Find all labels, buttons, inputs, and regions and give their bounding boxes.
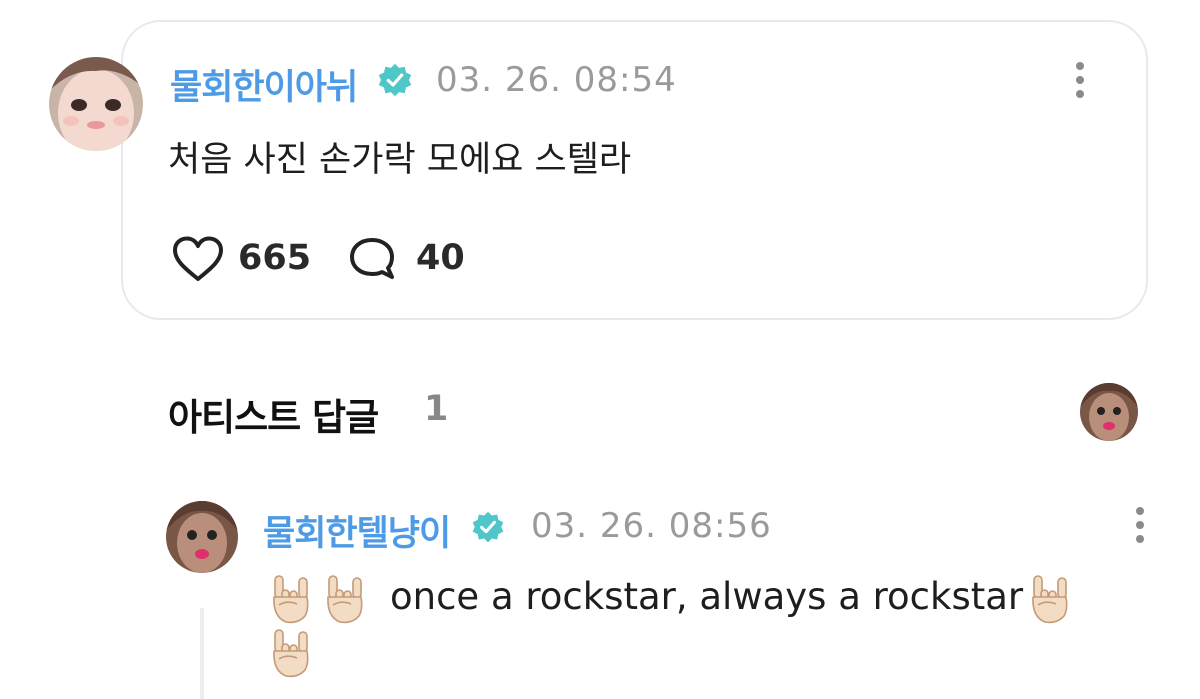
post-text: 처음 사진 손가락 모에요 스텔라 bbox=[168, 140, 632, 180]
reply-timestamp: 03. 26. 08:56 bbox=[531, 506, 772, 546]
post-author-name[interactable]: 물회한이아뉘 bbox=[170, 59, 358, 110]
speech-bubble-outline-icon[interactable] bbox=[348, 237, 398, 281]
reply-text: once a rockstar, always a rockstar bbox=[390, 575, 1024, 618]
like-count: 665 bbox=[238, 238, 312, 278]
reply-text-block: once a rockstar, always a rockstar bbox=[270, 570, 1150, 679]
user-avatar-photo-icon bbox=[49, 57, 143, 151]
comment-count: 40 bbox=[416, 238, 465, 278]
rock-on-hand-emoji-icon bbox=[324, 573, 366, 625]
verified-badge-icon bbox=[377, 62, 413, 98]
rock-on-hand-emoji-icon bbox=[1029, 573, 1071, 625]
verified-badge-icon bbox=[471, 510, 505, 544]
reply-thread-line bbox=[200, 608, 204, 699]
artist-replies-title: 아티스트 답글 bbox=[168, 396, 379, 439]
post-timestamp: 03. 26. 08:54 bbox=[436, 60, 677, 100]
post-author-avatar[interactable] bbox=[49, 57, 143, 151]
heart-outline-icon[interactable] bbox=[172, 236, 224, 282]
artist-avatar-photo-icon bbox=[1080, 383, 1138, 441]
artist-avatar[interactable] bbox=[1080, 383, 1138, 441]
artist-replies-count: 1 bbox=[424, 389, 449, 429]
reply-author-name[interactable]: 물회한텔냥이 bbox=[263, 505, 451, 556]
rock-on-hand-emoji-icon bbox=[270, 573, 312, 625]
rock-on-hand-emoji-icon bbox=[270, 627, 312, 679]
artist-avatar-photo-icon bbox=[166, 501, 238, 573]
post-more-icon[interactable] bbox=[1070, 60, 1090, 100]
reply-more-icon[interactable] bbox=[1130, 505, 1150, 545]
reply-author-avatar[interactable] bbox=[166, 501, 238, 573]
